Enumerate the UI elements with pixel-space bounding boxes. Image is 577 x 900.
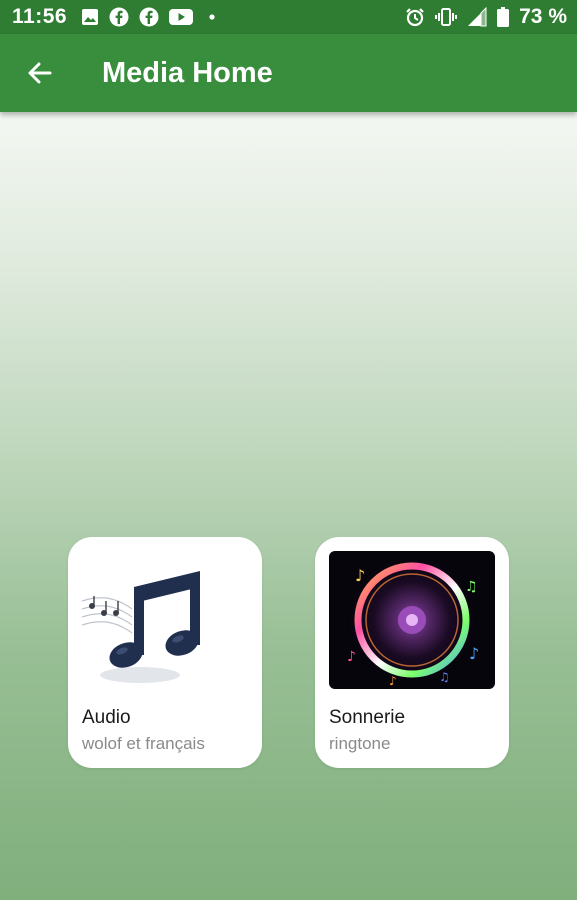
signal-icon: [467, 7, 487, 27]
alarm-icon: [405, 7, 425, 27]
svg-text:♫: ♫: [465, 579, 478, 595]
ringtone-card-title: Sonnerie: [329, 707, 406, 728]
arrow-left-icon: [28, 62, 52, 84]
screen: 11:56 73 % Media Home Audio wolof et fra…: [0, 0, 577, 900]
svg-text:♫: ♫: [439, 670, 450, 684]
status-time: 11:56: [12, 5, 68, 28]
svg-text:♪: ♪: [469, 644, 479, 663]
facebook-icon: [139, 7, 159, 27]
svg-text:♪: ♪: [355, 566, 365, 585]
app-bar: Media Home: [0, 34, 577, 112]
speaker-icon: ♪ ♫ ♪ ♪ ♫ ♪: [329, 551, 495, 689]
youtube-icon: [169, 8, 194, 26]
status-bar: 11:56 73 %: [0, 0, 577, 34]
image-icon: [81, 8, 99, 26]
page-title: Media Home: [102, 56, 273, 89]
status-left-icons: [81, 7, 215, 27]
battery-percent: 73 %: [519, 5, 567, 28]
svg-text:♪: ♪: [389, 674, 397, 688]
audio-card[interactable]: Audio wolof et français: [68, 537, 262, 768]
battery-icon: [497, 7, 510, 27]
vibrate-icon: [435, 8, 458, 26]
svg-text:♪: ♪: [347, 649, 356, 665]
audio-card-subtitle: wolof et français: [82, 734, 205, 753]
audio-card-title: Audio: [82, 707, 131, 728]
back-button[interactable]: [20, 53, 60, 93]
ringtone-card-subtitle: ringtone: [329, 734, 391, 753]
dot-icon: [209, 14, 215, 20]
music-note-icon: [82, 551, 248, 689]
ringtone-card[interactable]: ♪ ♫ ♪ ♪ ♫ ♪ Sonnerie ringtone: [315, 537, 509, 768]
facebook-icon: [109, 7, 129, 27]
status-right-icons: 73 %: [405, 0, 567, 34]
